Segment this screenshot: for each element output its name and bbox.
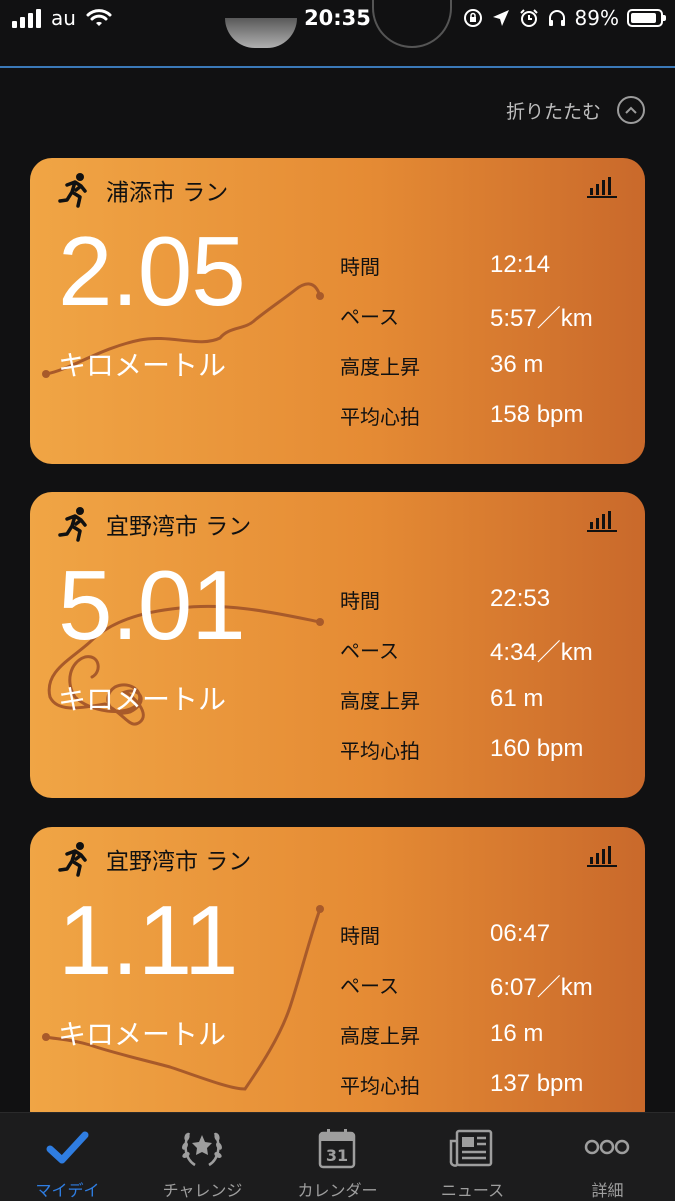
metric-value: 137 bpm — [490, 1070, 584, 1097]
orientation-lock-icon — [463, 9, 482, 27]
status-bar: au 20:35 89% — [0, 0, 675, 40]
laurel-icon — [182, 1132, 222, 1167]
metric-value: 16 m — [490, 1020, 544, 1047]
metric-label: ペース — [340, 304, 399, 329]
metric-row: 時間 22:53 — [340, 574, 593, 624]
activity-card[interactable]: 宜野湾市 ラン 5.01 キロメートル 時間 22:53 ペース 4:34／km 高… — [30, 492, 645, 798]
metric-row: 高度上昇 16 m — [340, 1009, 593, 1059]
distance-value: 2.05 — [58, 216, 246, 326]
metric-label: 平均心拍 — [340, 738, 420, 763]
tab-label: カレンダー — [297, 1181, 378, 1200]
activity-title: 浦添市 ラン — [106, 180, 229, 206]
metric-row: 時間 12:14 — [340, 240, 593, 290]
activity-card[interactable]: 宜野湾市 ラン 1.11 キロメートル 時間 06:47 ペース 6:07／km 高… — [30, 827, 645, 1133]
metric-value: 158 bpm — [490, 401, 584, 428]
metric-value: 5:57／km — [490, 304, 593, 332]
metric-value: 22:53 — [490, 585, 551, 612]
alarm-icon — [519, 9, 538, 27]
metric-label: 高度上昇 — [340, 354, 420, 379]
metric-label: 高度上昇 — [340, 688, 420, 713]
metric-row: 高度上昇 61 m — [340, 674, 593, 724]
activity-title: 宜野湾市 ラン — [106, 849, 252, 875]
metric-value: 12:14 — [490, 251, 551, 278]
metric-value: 36 m — [490, 351, 544, 378]
metric-value: 61 m — [490, 685, 544, 712]
tab-label: 詳細 — [591, 1181, 624, 1200]
distance-unit: キロメートル — [58, 683, 227, 716]
running-icon — [58, 173, 87, 208]
metrics-list: 時間 22:53 ペース 4:34／km 高度上昇 61 m 平均心拍 160 bpm — [340, 574, 593, 774]
newspaper-icon — [449, 1129, 493, 1167]
tab-bar: マイデイ チャレンジ 31 カレンダー ニュース 詳細 — [0, 1112, 675, 1201]
distance-unit: キロメートル — [58, 1018, 227, 1051]
chevron-up-icon[interactable] — [617, 96, 645, 124]
metric-label: ペース — [340, 973, 399, 998]
metric-row: 平均心拍 160 bpm — [340, 724, 593, 774]
running-icon — [58, 507, 87, 542]
metric-row: ペース 6:07／km — [340, 959, 593, 1009]
metric-value: 160 bpm — [490, 735, 584, 762]
metric-row: 高度上昇 36 m — [340, 340, 593, 390]
collapse-label: 折りたたむ — [505, 100, 601, 123]
tab-my-day[interactable]: マイデイ — [0, 1113, 135, 1201]
tab-news[interactable]: ニュース — [405, 1113, 540, 1201]
metric-value: 06:47 — [490, 920, 551, 947]
headphones-icon — [548, 10, 565, 26]
metric-label: 平均心拍 — [340, 1073, 420, 1098]
activity-card[interactable]: 浦添市 ラン 2.05 キロメートル 時間 12:14 ペース 5:57／km 高度… — [30, 158, 645, 464]
metric-row: ペース 5:57／km — [340, 290, 593, 340]
metric-label: ペース — [340, 638, 399, 663]
metric-value: 6:07／km — [490, 973, 593, 1001]
tab-calendar[interactable]: 31 カレンダー — [270, 1113, 405, 1201]
metric-label: 時間 — [340, 254, 380, 279]
progress-ring[interactable] — [372, 0, 452, 48]
header-divider — [0, 66, 675, 68]
more-icon — [584, 1139, 630, 1155]
avatar[interactable] — [225, 18, 297, 48]
activity-title: 宜野湾市 ラン — [106, 514, 252, 540]
location-arrow-icon — [492, 10, 509, 26]
collapse-toggle[interactable]: 折りたたむ — [506, 96, 645, 124]
metrics-list: 時間 06:47 ペース 6:07／km 高度上昇 16 m 平均心拍 137 bpm — [340, 909, 593, 1109]
bar-chart-icon[interactable] — [587, 176, 617, 198]
metric-row: 平均心拍 137 bpm — [340, 1059, 593, 1109]
metric-label: 時間 — [340, 923, 380, 948]
tab-label: チャレンジ — [162, 1181, 243, 1200]
battery-percent: 89% — [574, 6, 619, 30]
battery-fill — [631, 13, 656, 23]
distance-unit: キロメートル — [58, 349, 227, 382]
calendar-day: 31 — [326, 1146, 348, 1165]
tab-challenge[interactable]: チャレンジ — [135, 1113, 270, 1201]
metric-row: ペース 4:34／km — [340, 624, 593, 674]
tab-more[interactable]: 詳細 — [540, 1113, 675, 1201]
bar-chart-icon[interactable] — [587, 510, 617, 532]
tab-label: ニュース — [440, 1181, 505, 1200]
distance-value: 5.01 — [58, 550, 246, 660]
metric-value: 4:34／km — [490, 638, 593, 666]
metric-label: 平均心拍 — [340, 404, 420, 429]
bar-chart-icon[interactable] — [587, 845, 617, 867]
battery-icon — [627, 9, 666, 27]
tab-label: マイデイ — [35, 1181, 100, 1200]
checkmark-icon — [46, 1131, 89, 1164]
metric-label: 高度上昇 — [340, 1023, 420, 1048]
metrics-list: 時間 12:14 ペース 5:57／km 高度上昇 36 m 平均心拍 158 bpm — [340, 240, 593, 440]
running-icon — [58, 842, 87, 877]
metric-row: 時間 06:47 — [340, 909, 593, 959]
metric-label: 時間 — [340, 588, 380, 613]
calendar-icon: 31 — [318, 1129, 356, 1169]
distance-value: 1.11 — [58, 885, 238, 995]
metric-row: 平均心拍 158 bpm — [340, 390, 593, 440]
